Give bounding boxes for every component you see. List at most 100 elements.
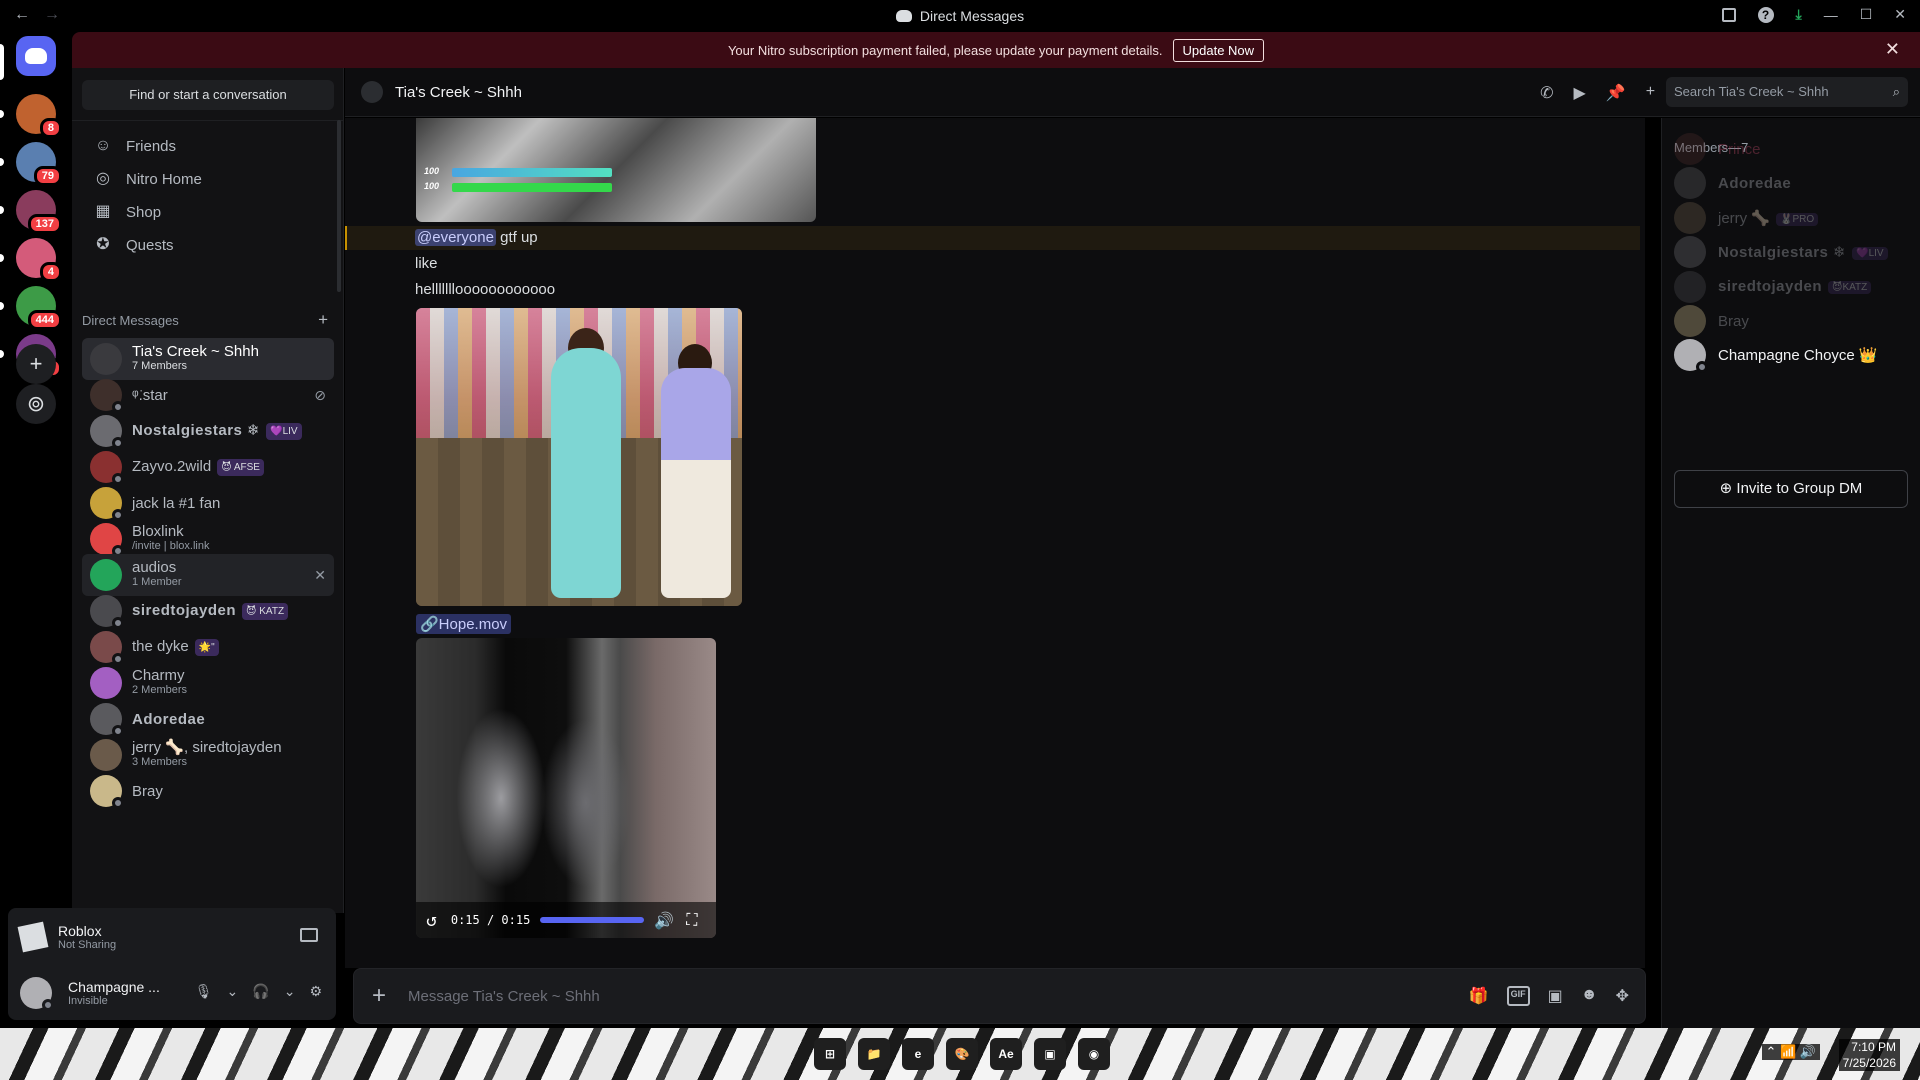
server-icon[interactable]: 444 [0,286,62,330]
emoji-icon[interactable]: ☻ [1581,986,1598,1006]
dm-header-label: Direct Messages [82,313,179,328]
clock-time: 7:10 PM [1851,1040,1896,1054]
server-icon[interactable]: 137 [0,190,62,234]
sidebar-scrollbar[interactable] [337,120,341,292]
video-call-icon[interactable]: ▶ [1574,83,1586,103]
member-name-text: Prince [1718,140,1761,158]
server-icon[interactable]: 8 [0,94,62,138]
member-item[interactable]: Champagne Choyce 👑 [1670,334,1913,376]
couple-image[interactable] [416,308,742,606]
status-indicator [1696,361,1708,374]
banner-text: Your Nitro subscription payment failed, … [727,42,1163,58]
user-name[interactable]: Champagne ... [68,979,160,995]
volume-icon[interactable]: 🔊 [654,911,674,930]
help-icon[interactable]: ? [1757,6,1774,23]
user-panel: Champagne ... Invisible 🎙 ⌄ 🎧 ⌄ ⚙ [8,966,336,1020]
dm-text: siredtojayden 😈 KATZ [132,602,289,620]
taskbar-clock[interactable]: 7:10 PM 7/25/2026 [1838,1039,1900,1071]
video-progress-bar[interactable] [540,917,645,923]
mention-badge: 79 [33,166,62,186]
close-window-icon[interactable]: ✕ [1894,6,1906,23]
find-conversation-button[interactable]: Find or start a conversation [82,80,334,110]
dm-item[interactable]: Bray [82,770,334,812]
avatar [1674,236,1706,269]
maximize-icon[interactable]: ☐ [1860,6,1873,23]
game-screenshot-image[interactable]: 100 100 [416,118,816,222]
add-server-button[interactable]: + [16,344,56,384]
unread-pill [0,110,4,118]
discord-logo-icon [25,48,47,64]
screen-share-icon[interactable] [300,928,318,942]
active-pill [0,44,4,80]
close-dm-icon[interactable]: ✕ [314,567,326,584]
avatar [90,523,124,557]
apps-icon[interactable]: ✥ [1616,986,1629,1006]
add-friends-to-dm-icon[interactable]: + [1646,83,1655,103]
gif-icon[interactable]: GIF [1506,986,1530,1006]
member-name-text: Nostalgiestars ❄ [1718,244,1847,262]
taskbar-app[interactable]: 🎨 [946,1038,978,1070]
dm-name-text: jerry 🦴, siredtojayden [132,739,282,756]
message-input[interactable]: Message Tia's Creek ~ Shhh [408,988,600,1005]
video-attachment-link[interactable]: 🔗Hope.mov [416,614,512,634]
discover-button[interactable]: ⊚ [16,384,56,424]
sticker-icon[interactable]: ▣ [1548,986,1563,1006]
home-button[interactable] [16,36,56,76]
update-now-button[interactable]: Update Now [1172,38,1265,62]
gift-icon[interactable]: 🎁 [1469,986,1489,1006]
avatar [90,667,122,699]
nitro-payment-banner: Your Nitro subscription payment failed, … [72,32,1920,68]
chevron-down-icon[interactable]: ⌄ [284,983,296,1000]
window-title: Direct Messages [0,8,1920,24]
everyone-mention[interactable]: @everyone [415,229,496,246]
close-banner-icon[interactable]: ✕ [1885,39,1900,60]
taskbar-app[interactable]: e [902,1038,934,1070]
message-list[interactable]: 100 100 @everyone gtf up like helllllllo… [345,118,1645,968]
dm-text: Adoredae [132,712,205,727]
fullscreen-icon[interactable]: ⛶ [686,910,697,930]
pinned-messages-icon[interactable]: 📌 [1606,83,1626,103]
dm-text: Charmy 2 Members [132,668,187,698]
guild-tag: 🌟" [194,638,219,656]
member-name-text: Champagne Choyce 👑 [1718,347,1878,365]
chevron-down-icon[interactable]: ⌄ [227,983,239,1000]
message-everyone: @everyone gtf up [415,229,538,246]
system-tray[interactable]: ⌃ 📶 🔊 [1761,1044,1820,1060]
avatar[interactable] [20,977,54,1011]
voice-call-icon[interactable]: ✆ [1540,83,1553,103]
invite-to-group-dm-button[interactable]: ⊕ Invite to Group DM [1674,470,1908,508]
avatar [90,775,124,809]
member-name: jerry 🦴 🐰PRO [1718,209,1819,227]
activity-panel[interactable]: Roblox Not Sharing [8,908,336,966]
member-name: Prince [1718,141,1761,158]
channel-title[interactable]: Tia's Creek ~ Shhh [395,84,522,101]
microphone-icon[interactable]: 🎙 [195,983,213,1000]
replay-icon[interactable]: ↺ [426,910,437,931]
member-name-text: jerry 🦴 [1718,209,1771,227]
nav-item-label: Friends [126,137,177,155]
headset-icon[interactable]: 🎧 [252,983,269,1000]
download-icon[interactable]: ⤓ [1796,6,1802,23]
taskbar-app[interactable]: ▣ [1034,1038,1066,1070]
channel-search-input[interactable]: Search Tia's Creek ~ Shhh ⌕ [1666,77,1908,107]
server-icon[interactable]: 4 [0,238,62,282]
settings-gear-icon[interactable]: ⚙ [309,983,322,1000]
member-name: Champagne Choyce 👑 [1718,346,1878,364]
server-icon[interactable]: 79 [0,142,62,186]
minimize-icon[interactable]: — [1824,7,1838,23]
dm-name-text: the dyke [132,637,189,655]
taskbar-app[interactable]: Ae [990,1038,1022,1070]
video-player[interactable]: ↺ 0:15 / 0:15 🔊 ⛶ [416,638,716,938]
message-composer[interactable]: + Message Tia's Creek ~ Shhh 🎁 GIF ▣ ☻ ✥ [353,968,1646,1024]
create-dm-icon[interactable]: + [318,310,328,330]
taskbar-app[interactable]: 📁 [858,1038,890,1070]
taskbar-app[interactable]: ◉ [1078,1038,1110,1070]
roblox-logo-icon [17,921,49,953]
shield-bar [452,183,612,192]
taskbar-app[interactable]: ⊞ [814,1038,846,1070]
dm-text: audios 1 Member [132,560,182,590]
inbox-icon[interactable] [1721,7,1736,22]
dm-name: ᵠ͘.star [132,388,168,403]
upload-plus-icon[interactable]: + [372,982,386,1010]
nav-item-quests[interactable]: ✪ Quests [82,226,334,264]
